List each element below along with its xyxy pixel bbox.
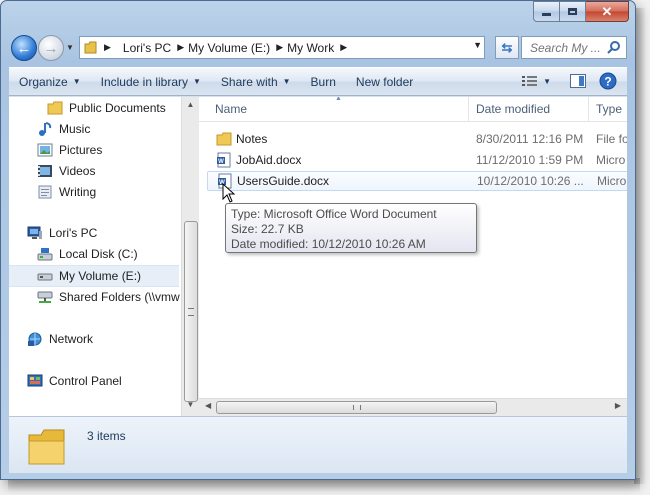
chevron-down-icon: ▼: [193, 77, 201, 86]
file-row-jobaid[interactable]: W JobAid.docx 11/12/2010 1:59 PM Micro: [207, 150, 627, 170]
file-info-tooltip: Type: Microsoft Office Word Document Siz…: [225, 203, 477, 253]
nav-item-computer[interactable]: Lori's PC: [27, 223, 97, 243]
refresh-button[interactable]: ⇆: [495, 36, 519, 59]
file-row-notes[interactable]: Notes 8/30/2011 12:16 PM File fo: [207, 129, 627, 149]
forward-button[interactable]: →: [38, 35, 64, 61]
mouse-cursor-icon: [222, 183, 236, 203]
caption-buttons: ✕: [533, 1, 629, 22]
help-icon: ?: [599, 72, 617, 90]
search-input[interactable]: [528, 39, 612, 56]
minimize-button[interactable]: [533, 1, 560, 22]
preview-pane-button[interactable]: [565, 71, 591, 91]
search-box[interactable]: [521, 36, 627, 59]
views-dropdown-icon[interactable]: ▼: [543, 77, 551, 86]
folder-icon: [84, 41, 97, 54]
close-button[interactable]: ✕: [586, 1, 629, 22]
refresh-icon: ⇆: [501, 39, 513, 55]
library-icon: [38, 185, 52, 199]
column-header-date[interactable]: Date modified: [476, 102, 550, 116]
address-history-dropdown[interactable]: ▼: [473, 40, 482, 50]
nav-item-videos[interactable]: Videos: [37, 161, 95, 181]
drive-icon: [37, 248, 53, 261]
maximize-icon: [568, 8, 577, 15]
close-icon: ✕: [601, 3, 613, 19]
navigation-row: ← → ▼ ▶ Lori's PC ▶ My Volume (E:) ▶ My …: [9, 33, 627, 61]
file-list-horizontal-scrollbar[interactable]: ◀ ▶: [199, 398, 627, 416]
tooltip-type: Type: Microsoft Office Word Document: [231, 207, 437, 221]
music-icon: [39, 122, 52, 136]
folder-icon: [216, 132, 232, 146]
nav-item-control-panel[interactable]: Control Panel: [27, 371, 122, 391]
breadcrumb-arrow-root[interactable]: ▶: [104, 42, 117, 53]
minimize-icon: [542, 13, 551, 16]
svg-text:W: W: [218, 159, 224, 165]
navigation-pane: Public Documents Music Pictures Videos W…: [9, 97, 182, 416]
view-tools: ▼ ?: [513, 71, 621, 91]
explorer-window: ✕ ← → ▼ ▶ Lori's PC ▶ My Volume (E:) ▶ M…: [0, 0, 636, 480]
help-button[interactable]: ?: [595, 71, 621, 91]
nav-item-my-volume[interactable]: My Volume (E:): [9, 265, 179, 287]
column-header-name[interactable]: Name: [215, 102, 247, 116]
address-bar[interactable]: ▶ Lori's PC ▶ My Volume (E:) ▶ My Work ▶…: [79, 36, 485, 59]
breadcrumb-my-work[interactable]: My Work: [287, 41, 334, 55]
folder-icon: [28, 429, 65, 465]
forward-arrow-icon: →: [43, 39, 59, 57]
chevron-down-icon: ▼: [282, 77, 291, 86]
network-icon: [28, 332, 42, 346]
command-bar: Organize ▼ Include in library ▼ Share with…: [9, 67, 627, 96]
back-button[interactable]: ←: [11, 35, 37, 61]
drive-icon: [37, 273, 53, 281]
nav-item-network[interactable]: Network: [27, 329, 93, 349]
videos-icon: [38, 165, 52, 177]
share-with-menu[interactable]: Share with ▼: [221, 75, 291, 89]
scroll-left-icon[interactable]: ◀: [205, 401, 211, 410]
svg-text:?: ?: [604, 75, 611, 89]
tooltip-size: Size: 22.7 KB: [231, 222, 304, 236]
include-in-library-menu[interactable]: Include in library ▼: [101, 75, 201, 89]
sort-ascending-icon: ▲: [335, 97, 342, 102]
burn-button[interactable]: Burn: [311, 75, 336, 89]
nav-item-public-documents[interactable]: Public Documents: [47, 98, 166, 118]
nav-item-shared-folders[interactable]: Shared Folders (\\vmw: [37, 287, 180, 307]
file-row-usersguide[interactable]: W UsersGuide.docx 10/12/2010 10:26 ... M…: [207, 171, 627, 191]
scrollbar-thumb[interactable]: [184, 221, 198, 402]
maximize-button[interactable]: [560, 1, 586, 22]
recent-pages-dropdown[interactable]: ▼: [66, 43, 74, 52]
word-doc-icon: W: [217, 152, 231, 168]
control-panel-icon: [27, 374, 43, 387]
organize-menu[interactable]: Organize ▼: [19, 75, 81, 89]
scroll-down-icon[interactable]: ▼: [184, 400, 197, 413]
new-folder-button[interactable]: New folder: [356, 75, 413, 89]
breadcrumb-arrow-3[interactable]: ▶: [340, 42, 353, 53]
nav-item-writing[interactable]: Writing: [37, 182, 96, 202]
scroll-right-icon[interactable]: ▶: [615, 401, 621, 410]
change-view-button[interactable]: [517, 71, 543, 91]
back-arrow-icon: ←: [16, 39, 32, 57]
main-content: Public Documents Music Pictures Videos W…: [9, 96, 627, 416]
tooltip-date: Date modified: 10/12/2010 10:26 AM: [231, 237, 426, 251]
pictures-icon: [37, 143, 53, 157]
preview-pane-icon: [570, 74, 586, 88]
details-pane: 3 items: [9, 416, 627, 473]
network-drive-icon: [37, 291, 53, 303]
nav-item-music[interactable]: Music: [37, 119, 90, 139]
column-headers: ▲ Name Date modified Type: [199, 97, 627, 122]
item-count: 3 items: [87, 429, 126, 443]
folder-icon: [47, 101, 63, 115]
navigation-pane-scrollbar[interactable]: ▲ ▼: [181, 97, 199, 416]
scroll-up-icon[interactable]: ▲: [184, 100, 197, 113]
breadcrumb-lori-pc[interactable]: Lori's PC: [123, 41, 171, 55]
column-header-type[interactable]: Type: [596, 102, 622, 116]
breadcrumb-my-volume[interactable]: My Volume (E:): [188, 41, 270, 55]
computer-icon: [27, 226, 42, 239]
search-icon: [607, 41, 620, 54]
file-list: ▲ Name Date modified Type Notes 8/30/201…: [199, 97, 627, 416]
chevron-down-icon: ▼: [72, 77, 81, 86]
horizontal-scrollbar-thumb[interactable]: [216, 401, 497, 414]
nav-item-pictures[interactable]: Pictures: [37, 140, 102, 160]
nav-item-local-disk[interactable]: Local Disk (C:): [37, 244, 138, 264]
views-icon: [522, 76, 538, 86]
